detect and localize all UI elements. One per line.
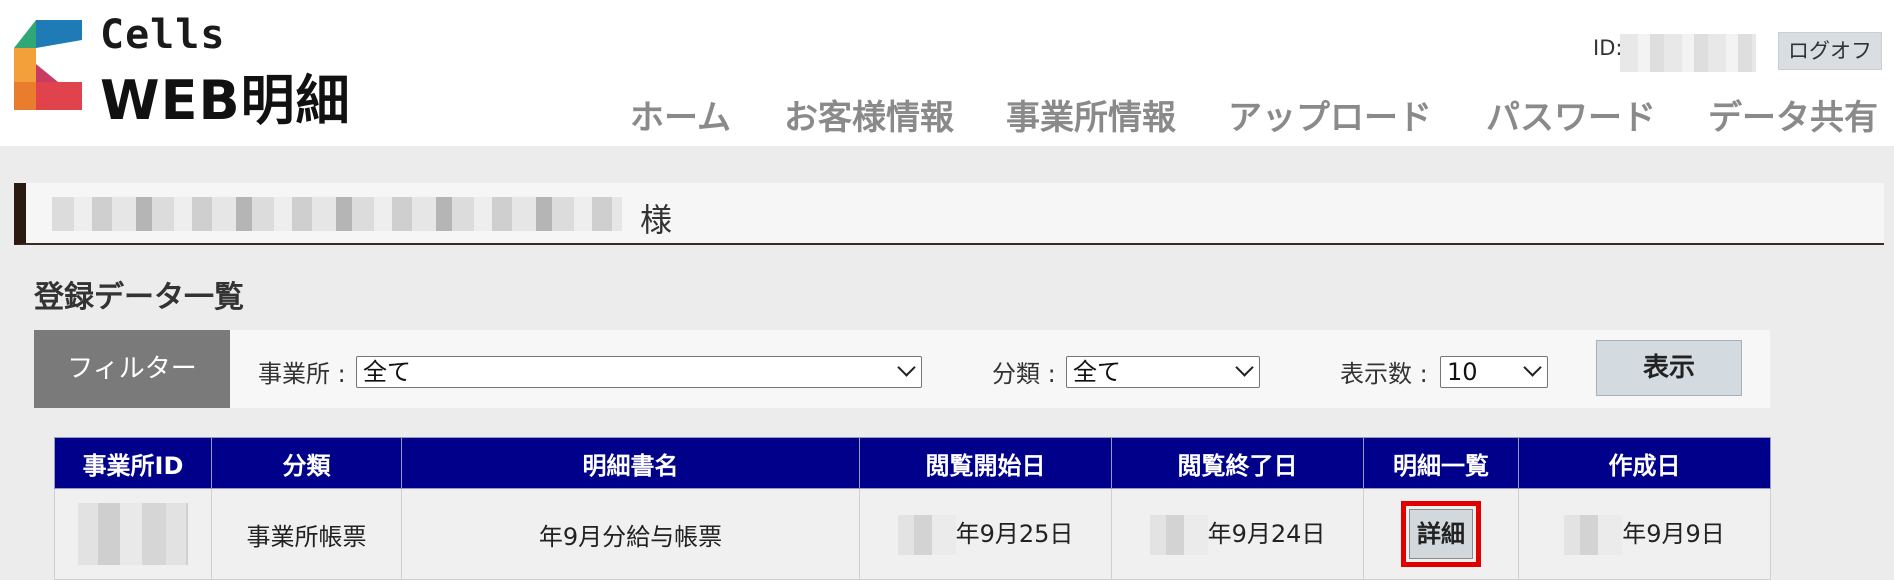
category-filter-label: 分類 : xyxy=(992,360,1056,388)
col-detail-list: 明細一覧 xyxy=(1363,437,1519,489)
cells-logo-icon xyxy=(14,20,82,110)
col-office-id: 事業所ID xyxy=(54,437,212,489)
category-cell: 事業所帳票 xyxy=(211,488,402,580)
count-select-value: 10 xyxy=(1447,358,1478,386)
view-start-value: 年9月25日 xyxy=(955,519,1074,548)
customer-name-redacted xyxy=(52,197,622,231)
brand-name: Cells xyxy=(100,12,226,58)
customer-honorific: 様 xyxy=(640,201,673,239)
col-view-end: 閲覧終了日 xyxy=(1111,437,1364,489)
page-title: 登録データ一覧 xyxy=(34,280,244,315)
table-header-row: 事業所ID 分類 明細書名 閲覧開始日 閲覧終了日 明細一覧 作成日 xyxy=(54,437,1771,489)
office-id-redacted xyxy=(78,503,188,565)
view-end-cell: 年9月24日 xyxy=(1111,488,1364,580)
office-select-value: 全て xyxy=(363,358,411,386)
nav-office-info[interactable]: 事業所情報 xyxy=(1006,90,1176,139)
statement-name-cell: 年9月分給与帳票 xyxy=(401,488,860,580)
statements-table: 事業所ID 分類 明細書名 閲覧開始日 閲覧終了日 明細一覧 作成日 事業所帳票… xyxy=(54,437,1771,580)
nav-data-share[interactable]: データ共有 xyxy=(1708,90,1878,139)
col-statement-name: 明細書名 xyxy=(401,437,860,489)
nav-upload[interactable]: アップロード xyxy=(1228,90,1432,139)
category-select[interactable]: 全て xyxy=(1066,356,1260,388)
count-filter-label: 表示数 : xyxy=(1340,360,1428,388)
col-category: 分類 xyxy=(211,437,402,489)
detail-button[interactable]: 詳細 xyxy=(1409,509,1473,559)
created-cell: 年9月9日 xyxy=(1518,488,1771,580)
filter-label: フィルター xyxy=(34,330,230,408)
year-redacted xyxy=(1149,514,1208,555)
nav-customer-info[interactable]: お客様情報 xyxy=(784,90,954,139)
chevron-down-icon xyxy=(1235,358,1254,377)
office-filter-label: 事業所 : xyxy=(258,360,346,388)
view-end-value: 年9月24日 xyxy=(1207,519,1326,548)
logout-button[interactable]: ログオフ xyxy=(1778,32,1882,70)
detail-cell: 詳細 xyxy=(1363,488,1519,580)
header: Cells WEB明細 ID: ログオフ ホーム お客様情報 事業所情報 アップ… xyxy=(0,0,1894,146)
nav-home[interactable]: ホーム xyxy=(630,90,731,139)
col-created: 作成日 xyxy=(1518,437,1771,489)
office-select[interactable]: 全て xyxy=(356,356,922,388)
chevron-down-icon xyxy=(897,358,916,377)
year-redacted xyxy=(897,514,956,555)
view-start-cell: 年9月25日 xyxy=(859,488,1112,580)
user-id-redacted xyxy=(1620,34,1756,72)
brand-product: WEB明細 xyxy=(100,69,351,132)
created-value: 年9月9日 xyxy=(1622,519,1725,548)
count-select[interactable]: 10 xyxy=(1440,356,1548,388)
detail-highlight: 詳細 xyxy=(1401,501,1481,567)
user-id-label: ID: xyxy=(1593,36,1623,60)
customer-name-bar: 様 xyxy=(14,183,1884,245)
table-row: 事業所帳票 年9月分給与帳票 年9月25日 年9月24日 詳細 年9月9日 xyxy=(54,488,1771,580)
col-view-start: 閲覧開始日 xyxy=(859,437,1112,489)
category-select-value: 全て xyxy=(1073,358,1121,386)
nav-password[interactable]: パスワード xyxy=(1486,90,1656,139)
year-redacted xyxy=(1564,514,1623,555)
show-button[interactable]: 表示 xyxy=(1596,340,1742,396)
chevron-down-icon xyxy=(1523,358,1542,377)
filter-bar: フィルター 事業所 : 全て 分類 : 全て 表示数 : 10 表示 xyxy=(34,330,1770,408)
office-id-cell xyxy=(54,488,212,580)
